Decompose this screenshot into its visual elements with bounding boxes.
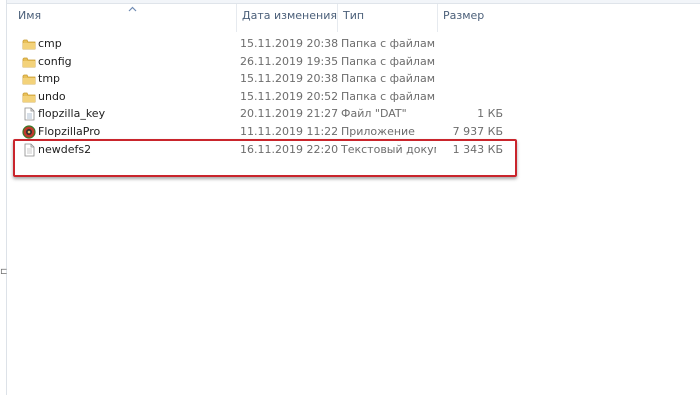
file-date: 26.11.2019 19:35 xyxy=(240,54,339,68)
file-name: flopzilla_key xyxy=(38,107,106,121)
folder-icon xyxy=(22,39,36,50)
file-type: Папка с файлами xyxy=(341,37,436,50)
pane-splitter-icon[interactable]: ⊏ xyxy=(0,268,8,277)
file-name: config xyxy=(38,54,72,68)
file-rows: cmp 15.11.2019 20:38 Папка с файлами con… xyxy=(7,35,700,158)
column-header-date[interactable]: Дата изменения xyxy=(236,4,337,32)
file-row-cmp[interactable]: cmp 15.11.2019 20:38 Папка с файлами xyxy=(7,35,700,53)
sort-ascending-icon xyxy=(128,6,137,12)
file-date: 15.11.2019 20:52 xyxy=(240,89,339,103)
file-date: 11.11.2019 11:22 xyxy=(240,124,339,138)
file-name: cmp xyxy=(38,37,62,50)
file-name: newdefs2 xyxy=(38,142,92,156)
file-row-undo[interactable]: undo 15.11.2019 20:52 Папка с файлами xyxy=(7,88,700,106)
file-size: 1 КБ xyxy=(477,107,503,121)
folder-icon xyxy=(22,92,36,103)
file-row-config[interactable]: config 26.11.2019 19:35 Папка с файлами xyxy=(7,53,700,71)
column-header-size[interactable]: Размер xyxy=(437,4,512,32)
file-size xyxy=(437,70,503,88)
file-name: undo xyxy=(38,89,66,103)
folder-icon xyxy=(22,74,36,85)
file-size: 7 937 КБ xyxy=(452,124,503,138)
column-header-name[interactable]: Имя xyxy=(13,4,235,32)
file-row-flopzillapro[interactable]: FlopzillaPro 11.11.2019 11:22 Приложение… xyxy=(7,123,700,141)
file-type: Папка с файлами xyxy=(341,72,436,86)
folder-icon xyxy=(22,57,36,67)
navigation-pane-edge xyxy=(0,0,7,395)
dat-file-icon xyxy=(24,107,35,121)
file-date: 16.11.2019 22:20 xyxy=(240,142,339,156)
file-type: Файл "DAT" xyxy=(341,107,407,121)
file-type: Текстовый докум... xyxy=(341,142,436,156)
file-name: FlopzillaPro xyxy=(38,124,101,138)
text-file-icon xyxy=(24,143,35,156)
column-header-type[interactable]: Тип xyxy=(337,4,437,32)
file-type: Приложение xyxy=(341,124,415,138)
file-size: 1 343 КБ xyxy=(452,142,503,156)
column-header-date-label: Дата изменения xyxy=(242,9,337,22)
column-header-name-label: Имя xyxy=(18,9,42,22)
application-icon xyxy=(22,125,36,139)
file-date: 15.11.2019 20:38 xyxy=(240,72,339,86)
file-row-tmp[interactable]: tmp 15.11.2019 20:38 Папка с файлами xyxy=(7,70,700,88)
file-name: tmp xyxy=(38,72,61,86)
explorer-file-list: ⊏ Имя Дата изменения Тип Размер cmp 15.1… xyxy=(0,0,700,395)
file-type: Папка с файлами xyxy=(341,54,436,68)
column-header: Имя Дата изменения Тип Размер xyxy=(7,4,700,32)
file-size xyxy=(437,35,503,53)
file-row-newdefs2[interactable]: newdefs2 16.11.2019 22:20 Текстовый доку… xyxy=(7,141,700,159)
file-date: 20.11.2019 21:27 xyxy=(240,107,339,121)
column-header-size-label: Размер xyxy=(443,9,485,22)
file-date: 15.11.2019 20:38 xyxy=(240,37,339,50)
file-size xyxy=(437,88,503,106)
file-row-flopzilla-key[interactable]: flopzilla_key 20.11.2019 21:27 Файл "DAT… xyxy=(7,105,700,123)
file-type: Папка с файлами xyxy=(341,89,436,103)
column-header-type-label: Тип xyxy=(343,9,365,22)
file-size xyxy=(437,53,503,71)
